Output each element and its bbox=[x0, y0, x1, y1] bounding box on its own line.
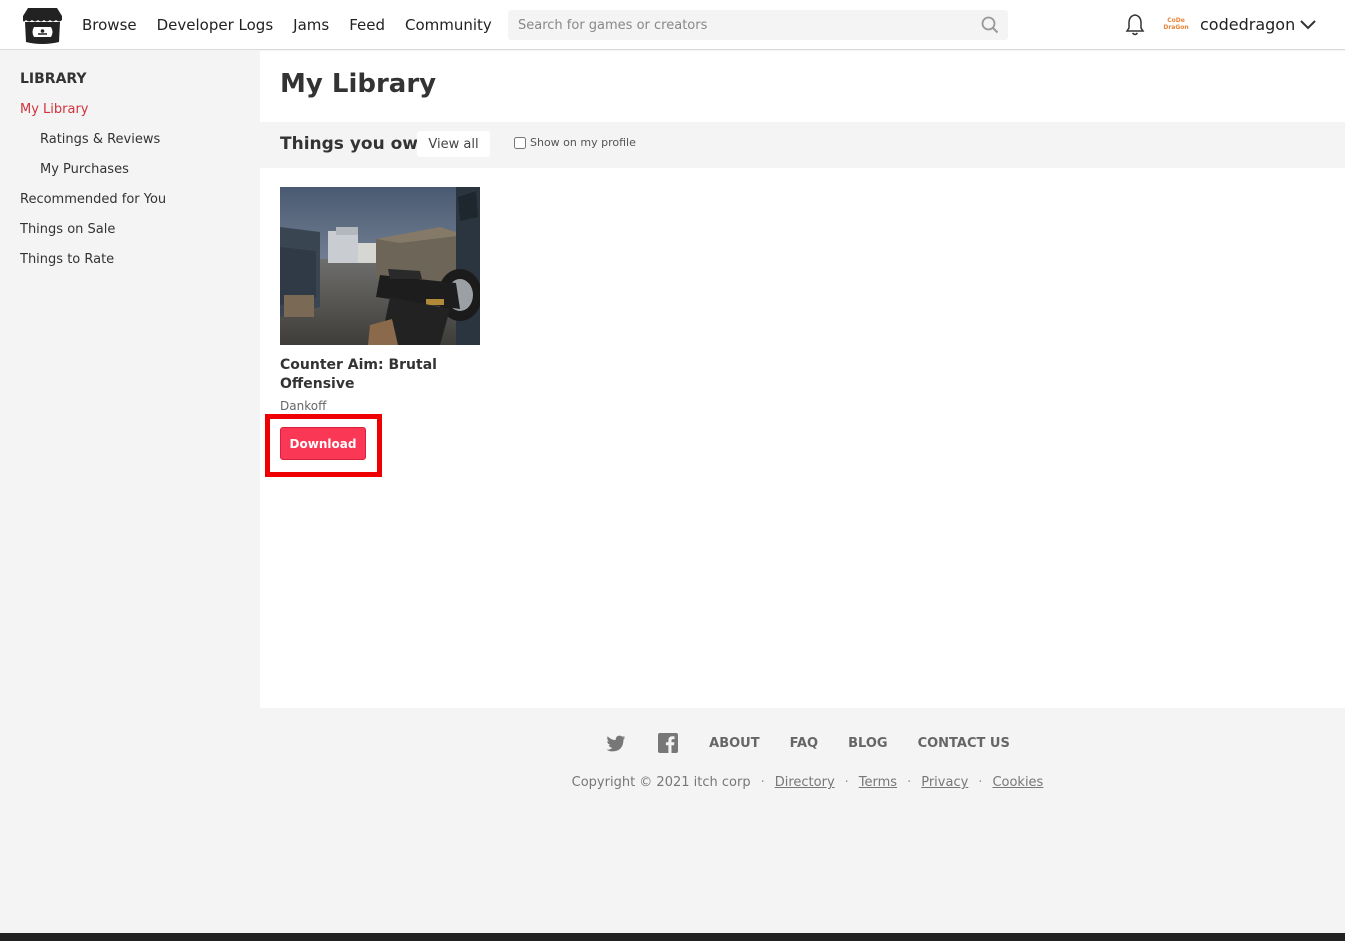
twitter-icon[interactable] bbox=[605, 732, 627, 754]
username[interactable]: codedragon bbox=[1200, 0, 1295, 50]
footer: ABOUT FAQ BLOG CONTACT US Copyright © 20… bbox=[260, 708, 1345, 934]
sidebar-item-recommended[interactable]: Recommended for You bbox=[20, 192, 166, 207]
footer-link-terms[interactable]: Terms bbox=[859, 775, 897, 790]
nav-developer-logs[interactable]: Developer Logs bbox=[157, 16, 274, 34]
top-header: Browse Developer Logs Jams Feed Communit… bbox=[0, 0, 1345, 50]
footer-links: ABOUT FAQ BLOG CONTACT US bbox=[260, 732, 1345, 754]
page-title: My Library bbox=[280, 69, 437, 99]
avatar[interactable]: CoDe DraGon bbox=[1161, 13, 1191, 35]
sidebar-item-my-purchases[interactable]: My Purchases bbox=[40, 162, 129, 177]
sidebar-heading: LIBRARY bbox=[20, 71, 87, 87]
sidebar-item-to-rate[interactable]: Things to Rate bbox=[20, 252, 114, 267]
show-on-profile-label: Show on my profile bbox=[530, 136, 636, 149]
game-title[interactable]: Counter Aim: Brutal Offensive bbox=[280, 356, 480, 394]
footer-link-cookies[interactable]: Cookies bbox=[992, 775, 1043, 790]
game-thumbnail[interactable] bbox=[280, 187, 480, 345]
game-card: Counter Aim: Brutal Offensive Dankoff Do… bbox=[265, 187, 480, 477]
footer-link-contact[interactable]: CONTACT US bbox=[918, 736, 1010, 751]
sidebar-item-on-sale[interactable]: Things on Sale bbox=[20, 222, 115, 237]
footer-separator: · bbox=[844, 775, 849, 790]
nav-browse[interactable]: Browse bbox=[82, 16, 137, 34]
search-icon[interactable] bbox=[972, 10, 1008, 40]
avatar-text-line1: CoDe bbox=[1167, 17, 1185, 24]
main-nav: Browse Developer Logs Jams Feed Communit… bbox=[82, 0, 492, 50]
main-content: My Library Things you own View all Show … bbox=[260, 51, 1345, 708]
show-on-profile-checkbox[interactable] bbox=[514, 136, 526, 149]
footer-link-about[interactable]: ABOUT bbox=[709, 736, 759, 751]
avatar-text-line2: DraGon bbox=[1163, 24, 1189, 31]
itchio-logo[interactable] bbox=[22, 6, 63, 45]
chevron-down-icon[interactable] bbox=[1299, 17, 1317, 33]
nav-jams[interactable]: Jams bbox=[293, 16, 329, 34]
copyright-text: Copyright © 2021 itch corp bbox=[571, 775, 751, 790]
bell-icon[interactable] bbox=[1124, 13, 1146, 37]
search-bar bbox=[508, 10, 1008, 40]
sidebar-item-my-library[interactable]: My Library bbox=[20, 102, 89, 117]
footer-separator: · bbox=[907, 775, 912, 790]
footer-link-faq[interactable]: FAQ bbox=[790, 736, 819, 751]
game-author[interactable]: Dankoff bbox=[280, 399, 326, 413]
owned-section-header: Things you own View all Show on my profi… bbox=[260, 122, 1345, 168]
footer-separator: · bbox=[978, 775, 983, 790]
footer-separator: · bbox=[760, 775, 765, 790]
sidebar-item-ratings-reviews[interactable]: Ratings & Reviews bbox=[40, 132, 160, 147]
sidebar: LIBRARY My Library Ratings & Reviews My … bbox=[0, 51, 260, 931]
download-button[interactable]: Download bbox=[280, 427, 366, 460]
bottom-edge-bar bbox=[0, 933, 1345, 941]
nav-feed[interactable]: Feed bbox=[349, 16, 385, 34]
search-input[interactable] bbox=[508, 10, 972, 40]
footer-link-directory[interactable]: Directory bbox=[775, 775, 835, 790]
nav-community[interactable]: Community bbox=[405, 16, 492, 34]
facebook-icon[interactable] bbox=[657, 732, 679, 754]
section-title: Things you own bbox=[280, 134, 431, 154]
footer-link-privacy[interactable]: Privacy bbox=[921, 775, 968, 790]
show-on-profile-toggle[interactable]: Show on my profile bbox=[514, 136, 636, 149]
footer-legal: Copyright © 2021 itch corp · Directory ·… bbox=[260, 775, 1345, 790]
footer-link-blog[interactable]: BLOG bbox=[848, 736, 887, 751]
view-all-button[interactable]: View all bbox=[417, 131, 490, 157]
